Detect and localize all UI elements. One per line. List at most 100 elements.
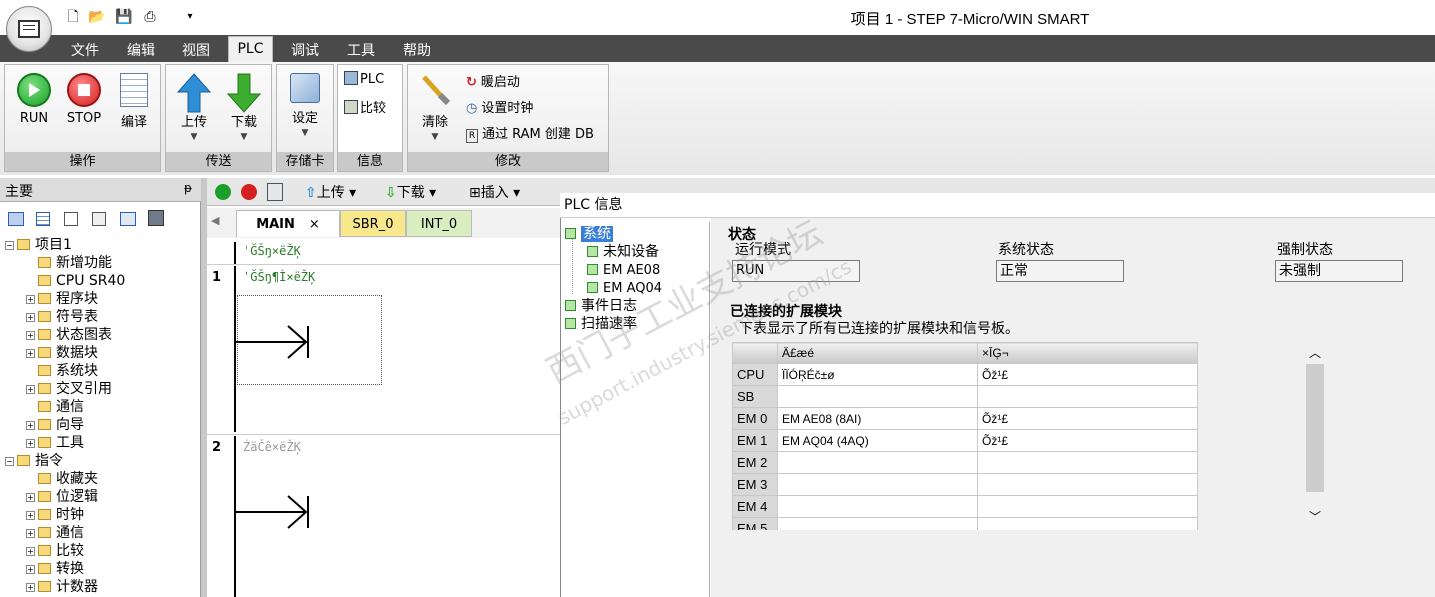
expand-icon[interactable]: + xyxy=(26,511,35,520)
page-icon[interactable] xyxy=(64,212,78,226)
stop-button[interactable]: STOP xyxy=(61,71,107,126)
print-icon[interactable]: ⎙ xyxy=(140,7,160,27)
compare-button[interactable]: 比较 xyxy=(344,97,386,116)
column-header: Ä£æé xyxy=(777,342,978,364)
doc-icon[interactable] xyxy=(92,212,106,226)
menu-view[interactable]: 视图 xyxy=(182,40,210,60)
expand-icon[interactable]: + xyxy=(26,565,35,574)
menu-debug[interactable]: 调试 xyxy=(291,40,319,60)
run-mode-label: 运行模式 xyxy=(735,242,791,258)
scroll-down-icon[interactable]: ﹀ xyxy=(1309,508,1321,525)
collapse-icon[interactable]: − xyxy=(5,457,14,466)
tree-item[interactable]: + 时钟 xyxy=(26,506,84,524)
download-button[interactable]: 下载 ▼ xyxy=(221,71,267,142)
tree-item-system[interactable]: 系统 xyxy=(565,225,613,243)
rung-comment[interactable]: ˈĞŠŋ¶Ì×ëŽĶ xyxy=(243,270,315,284)
rung-comment[interactable]: ŹäČê×ëŽĶ xyxy=(243,440,301,454)
tree-item[interactable]: + 状态图表 xyxy=(26,326,112,344)
expand-icon[interactable]: + xyxy=(26,583,35,592)
collapse-icon[interactable]: − xyxy=(5,241,14,250)
ladder-branch-icon[interactable] xyxy=(236,492,316,532)
new-icon[interactable]: 🗋 xyxy=(63,7,83,27)
tree-item[interactable]: + 工具 xyxy=(26,434,84,452)
tree-item[interactable]: 通信 xyxy=(26,398,84,416)
expand-icon[interactable]: + xyxy=(26,295,35,304)
menu-tools[interactable]: 工具 xyxy=(347,40,375,60)
setup-button[interactable]: 设定 ▼ xyxy=(282,71,328,138)
plc-info-button[interactable]: PLC xyxy=(344,71,384,87)
menu-help[interactable]: 帮助 xyxy=(403,40,431,60)
memory-card-icon xyxy=(290,73,320,103)
toolbar-download[interactable]: ⇩下载 ▾ xyxy=(385,182,436,202)
compile-button[interactable]: 编译 xyxy=(111,71,157,130)
menu-file[interactable]: 文件 xyxy=(71,40,99,60)
customize-qat-icon[interactable]: ▾ xyxy=(180,7,200,27)
tab-sbr0[interactable]: SBR_0 xyxy=(340,210,406,237)
tree-item[interactable]: + 计数器 xyxy=(26,578,98,596)
view-icon[interactable] xyxy=(8,212,24,226)
tree-item[interactable]: + 转换 xyxy=(26,560,84,578)
tree-item[interactable]: + 位逻辑 xyxy=(26,488,98,506)
application-menu-button[interactable] xyxy=(6,6,52,52)
tree-item-label: 向导 xyxy=(56,417,84,433)
save-icon[interactable]: 💾 xyxy=(114,7,134,27)
compile-icon[interactable] xyxy=(267,183,283,201)
tree-item[interactable]: − 指令 xyxy=(5,452,63,470)
tree-item-unknown-device[interactable]: 未知设备 xyxy=(587,243,659,261)
ladder-branch-icon[interactable] xyxy=(236,322,316,362)
scroll-thumb[interactable] xyxy=(1306,364,1324,492)
table-icon[interactable] xyxy=(36,212,50,226)
program-comment[interactable]: ˈĞŠŋ×ëŽĶ xyxy=(243,244,301,258)
expand-icon[interactable]: + xyxy=(26,349,35,358)
pin-icon[interactable]: ᵽ xyxy=(184,181,192,195)
tree-item[interactable]: + 比较 xyxy=(26,542,84,560)
tree-item[interactable]: + 通信 xyxy=(26,524,84,542)
expand-icon[interactable]: + xyxy=(26,493,35,502)
module-icon xyxy=(565,228,576,239)
expand-icon[interactable]: + xyxy=(26,547,35,556)
ribbon-group-operation: RUN STOP 编译 操作 xyxy=(4,64,161,172)
expand-icon[interactable]: + xyxy=(26,439,35,448)
expand-icon[interactable]: + xyxy=(26,313,35,322)
warm-start-button[interactable]: ↻ 暖启动 xyxy=(466,71,520,90)
monitor-icon[interactable] xyxy=(148,210,164,226)
tree-item[interactable]: + 程序块 xyxy=(26,290,98,308)
tab-main[interactable]: MAIN × xyxy=(236,210,340,237)
table-scrollbar[interactable]: ︿ ﹀ xyxy=(1305,342,1325,529)
tree-item[interactable]: + 符号表 xyxy=(26,308,98,326)
expand-icon[interactable]: + xyxy=(26,385,35,394)
tab-int0[interactable]: INT_0 xyxy=(406,210,472,237)
expand-icon[interactable]: + xyxy=(26,529,35,538)
toolbar-insert[interactable]: ⊞插入 ▾ xyxy=(469,182,520,202)
tree-item[interactable]: + 交叉引用 xyxy=(26,380,112,398)
tree-item[interactable]: + 向导 xyxy=(26,416,84,434)
toolbar-upload[interactable]: ⇧上传 ▾ xyxy=(305,182,356,202)
upload-button[interactable]: 上传 ▼ xyxy=(171,71,217,142)
menu-plc[interactable]: PLC xyxy=(228,36,273,63)
clear-button[interactable]: 清除 ▼ xyxy=(412,71,458,142)
open-icon[interactable]: 📂 xyxy=(87,7,107,27)
menu-edit[interactable]: 编辑 xyxy=(127,40,155,60)
tree-item[interactable]: 新增功能 xyxy=(26,254,112,272)
run-icon[interactable] xyxy=(215,184,231,200)
scroll-up-icon[interactable]: ︿ xyxy=(1309,344,1321,361)
expand-icon[interactable]: + xyxy=(26,421,35,430)
tree-item[interactable]: + 数据块 xyxy=(26,344,98,362)
tree-item[interactable]: CPU SR40 xyxy=(26,272,125,290)
set-clock-button[interactable]: ◷ 设置时钟 xyxy=(466,97,533,116)
close-icon[interactable]: × xyxy=(309,217,320,232)
tree-item[interactable]: 收藏夹 xyxy=(26,470,98,488)
tree-item-scan-rate[interactable]: 扫描速率 xyxy=(565,315,637,333)
expand-icon[interactable]: + xyxy=(26,331,35,340)
tree-item[interactable]: 系统块 xyxy=(26,362,98,380)
tree-item-em-ae08[interactable]: EM AE08 xyxy=(587,262,660,280)
tree-item-event-log[interactable]: 事件日志 xyxy=(565,297,637,315)
tab-scroll-left-icon[interactable]: ◀ xyxy=(211,214,219,227)
chart-icon[interactable] xyxy=(120,212,136,226)
create-db-from-ram-button[interactable]: R 通过 RAM 创建 DB xyxy=(466,123,594,143)
run-button[interactable]: RUN xyxy=(11,71,57,126)
tree-item[interactable]: − 项目1 xyxy=(5,236,72,254)
stop-icon[interactable] xyxy=(241,184,257,200)
tree-item-em-aq04[interactable]: EM AQ04 xyxy=(587,280,662,298)
ladder-editor[interactable] xyxy=(207,238,562,597)
